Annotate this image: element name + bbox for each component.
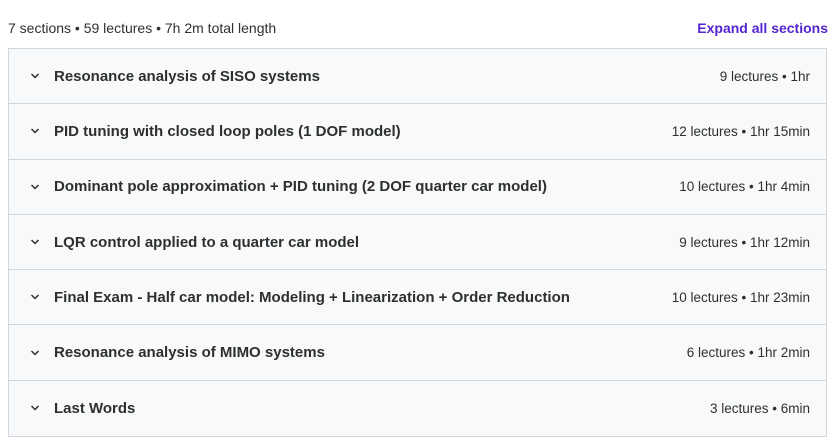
- section-title: PID tuning with closed loop poles (1 DOF…: [54, 122, 401, 140]
- chevron-down-icon: [29, 291, 41, 303]
- section-header-5[interactable]: Final Exam - Half car model: Modeling + …: [9, 270, 826, 326]
- section-title: Resonance analysis of MIMO systems: [54, 344, 325, 362]
- chevron-down-icon: [29, 181, 41, 193]
- section-title: LQR control applied to a quarter car mod…: [54, 233, 360, 251]
- chevron-down-icon: [29, 347, 41, 359]
- section-meta: 9 lectures • 1hr 12min: [679, 234, 810, 250]
- sections-accordion: Resonance analysis of SISO systems 9 lec…: [8, 48, 827, 438]
- section-title: Last Words: [54, 399, 136, 417]
- course-curriculum: 7 sections • 59 lectures • 7h 2m total l…: [0, 0, 838, 446]
- section-title: Dominant pole approximation + PID tuning…: [54, 178, 547, 196]
- expand-all-sections-button[interactable]: Expand all sections: [697, 20, 828, 36]
- section-header-6[interactable]: Resonance analysis of MIMO systems 6 lec…: [9, 325, 826, 381]
- section-meta: 12 lectures • 1hr 15min: [671, 123, 810, 139]
- curriculum-header: 7 sections • 59 lectures • 7h 2m total l…: [8, 16, 828, 40]
- chevron-down-icon: [29, 70, 41, 82]
- chevron-down-icon: [29, 125, 41, 137]
- section-title: Final Exam - Half car model: Modeling + …: [54, 288, 570, 306]
- section-meta: 10 lectures • 1hr 4min: [679, 179, 810, 195]
- section-meta: 6 lectures • 1hr 2min: [686, 345, 810, 361]
- section-header-2[interactable]: PID tuning with closed loop poles (1 DOF…: [9, 104, 826, 160]
- section-header-3[interactable]: Dominant pole approximation + PID tuning…: [9, 159, 826, 215]
- section-header-1[interactable]: Resonance analysis of SISO systems 9 lec…: [9, 49, 826, 105]
- section-meta: 3 lectures • 6min: [709, 400, 810, 416]
- section-header-4[interactable]: LQR control applied to a quarter car mod…: [9, 214, 826, 271]
- section-title: Resonance analysis of SISO systems: [54, 67, 320, 85]
- chevron-down-icon: [29, 402, 41, 414]
- section-header-7[interactable]: Last Words 3 lectures • 6min: [9, 380, 826, 437]
- curriculum-summary: 7 sections • 59 lectures • 7h 2m total l…: [8, 20, 277, 36]
- chevron-down-icon: [29, 236, 41, 248]
- section-meta: 9 lectures • 1hr: [719, 68, 810, 84]
- section-meta: 10 lectures • 1hr 23min: [671, 289, 810, 305]
